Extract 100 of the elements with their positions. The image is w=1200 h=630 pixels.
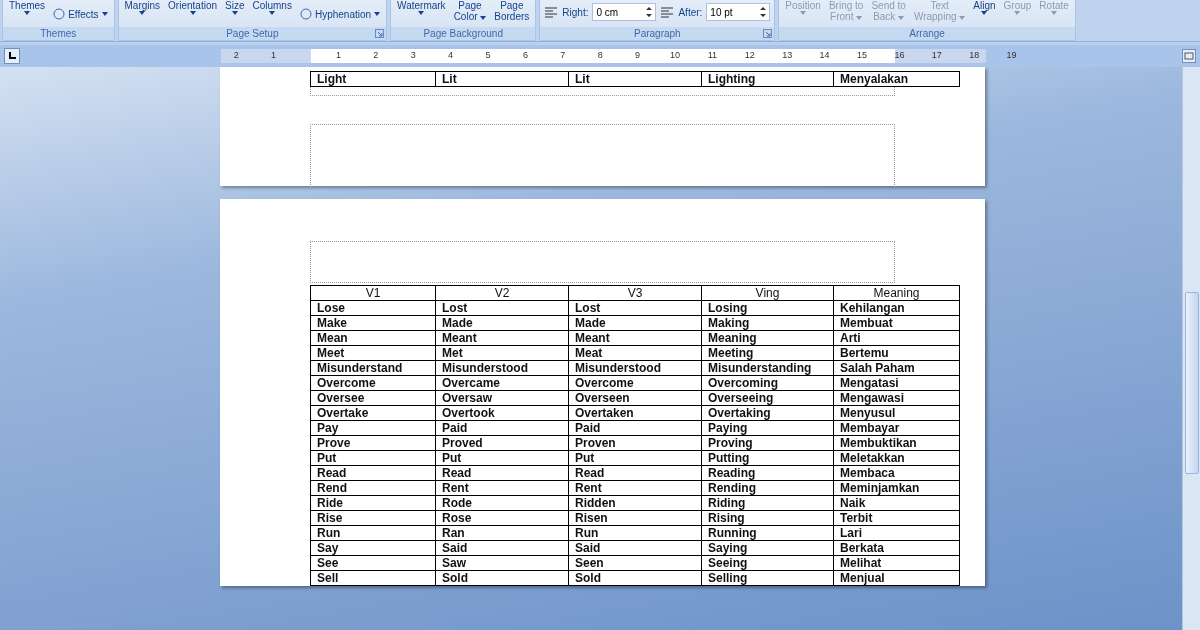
ruler-number: 8 (597, 50, 603, 60)
ribbon-button[interactable]: Orientation (166, 0, 219, 15)
table-cell: Membuat (833, 315, 960, 331)
table-cell: Rise (310, 510, 436, 526)
ribbon-button[interactable]: Margins (122, 0, 163, 15)
table-cell: Membayar (833, 420, 960, 436)
ribbon-button[interactable]: Effects (51, 8, 110, 20)
table-cell: Riding (701, 495, 834, 511)
view-ruler-icon[interactable] (1182, 49, 1196, 63)
table-cell: Meletakkan (833, 450, 960, 466)
ribbon-button[interactable]: Hyphenation (297, 8, 383, 20)
table-cell: Pay (310, 420, 436, 436)
column-header: Ving (701, 285, 834, 301)
table-cell: Light (310, 71, 436, 87)
ribbon-button[interactable]: Columns (250, 0, 294, 15)
table-cell: Saw (435, 555, 569, 571)
scrollbar[interactable] (1182, 67, 1200, 630)
ruler-number: 1 (271, 50, 277, 60)
table-cell: Meat (568, 345, 702, 361)
table-cell: Said (568, 540, 702, 556)
table-cell: Made (568, 315, 702, 331)
column-header: V2 (435, 285, 569, 301)
table-cell: Berkata (833, 540, 960, 556)
table-cell: Seeing (701, 555, 834, 571)
effects-icon (53, 8, 66, 20)
scroll-thumb[interactable] (1184, 292, 1199, 474)
table-cell: Misunderstanding (701, 360, 834, 376)
spinner-icon (760, 6, 767, 18)
table-cell: Overtake (310, 405, 436, 421)
table-cell: Rising (701, 510, 834, 526)
table-cell: Put (435, 450, 569, 466)
group-label: Page Setup (118, 27, 387, 40)
table-cell: Lost (435, 300, 569, 316)
table-cell: Terbit (833, 510, 960, 526)
table-cell: Rent (568, 480, 702, 496)
table-cell: Proving (701, 435, 834, 451)
ruler-number: 11 (707, 50, 718, 60)
table-cell: Overtook (435, 405, 569, 421)
table-cell: Risen (568, 510, 702, 526)
table-cell: Lost (568, 300, 702, 316)
ruler-number: 4 (448, 50, 454, 60)
ruler-number: 13 (782, 50, 793, 60)
column-header: V3 (568, 285, 702, 301)
spacing-icon (660, 6, 675, 18)
table-cell: Bertemu (833, 345, 960, 361)
table-cell: Running (701, 525, 834, 541)
table-cell: Salah Paham (833, 360, 960, 376)
ribbon-button[interactable]: Align (971, 0, 998, 15)
table-cell: Menyusul (833, 405, 960, 421)
table-cell: Proved (435, 435, 569, 451)
ruler-number: 2 (373, 50, 379, 60)
table-cell: Ride (310, 495, 436, 511)
ribbon-button[interactable]: Page Borders (492, 0, 532, 22)
group-label: Themes (3, 27, 114, 40)
ruler-number: 17 (931, 50, 942, 60)
table-cell: See (310, 555, 436, 571)
table-cell: Rent (435, 480, 569, 496)
group-label: Arrange (779, 27, 1075, 40)
table-cell: Sold (568, 570, 702, 586)
ruler-number: 16 (894, 50, 905, 60)
table-cell: Misunderstood (568, 360, 702, 376)
table-cell: Run (310, 525, 436, 541)
table-cell: Made (435, 315, 569, 331)
table-cell: Oversaw (435, 390, 569, 406)
table-cell: Ridden (568, 495, 702, 511)
table-cell: Mengawasi (833, 390, 960, 406)
tab-selector[interactable] (4, 48, 20, 64)
ruler-number: 7 (560, 50, 566, 60)
table-cell: Overtaking (701, 405, 834, 421)
ruler-number: 12 (744, 50, 755, 60)
table-cell: Paid (568, 420, 702, 436)
spin-field[interactable]: 0 cm (592, 3, 657, 21)
table-cell: Meminjamkan (833, 480, 960, 496)
ruler-number: 1 (335, 50, 341, 60)
ribbon-button[interactable]: Page Color (451, 0, 489, 22)
ribbon-button[interactable]: Watermark (395, 0, 448, 15)
table-cell: Meant (568, 330, 702, 346)
table-cell: Sell (310, 570, 436, 586)
table-cell: Mengatasi (833, 375, 960, 391)
table-cell: Reading (701, 465, 834, 481)
column-header: Meaning (833, 285, 960, 301)
table-cell: Run (568, 525, 702, 541)
spin-field[interactable]: 10 pt (706, 3, 771, 21)
tab-stop-icon (8, 52, 16, 60)
table-cell: Misunderstood (435, 360, 569, 376)
table-cell: Oversee (310, 390, 436, 406)
table-cell: Paid (435, 420, 569, 436)
table-cell: Overcame (435, 375, 569, 391)
table-cell: Rending (701, 480, 834, 496)
ruler-number: 15 (857, 50, 867, 60)
ruler-number: 6 (522, 50, 528, 60)
launcher-icon[interactable] (375, 29, 385, 38)
table-cell: Say (310, 540, 436, 556)
ribbon-button[interactable]: Themes (7, 0, 48, 15)
launcher-icon[interactable] (763, 29, 773, 38)
table-cell: Saying (701, 540, 834, 556)
table-cell: Seen (568, 555, 702, 571)
table-cell: Lit (435, 71, 569, 87)
table-cell: Meaning (701, 330, 834, 346)
ribbon-button[interactable]: Size (223, 0, 247, 15)
